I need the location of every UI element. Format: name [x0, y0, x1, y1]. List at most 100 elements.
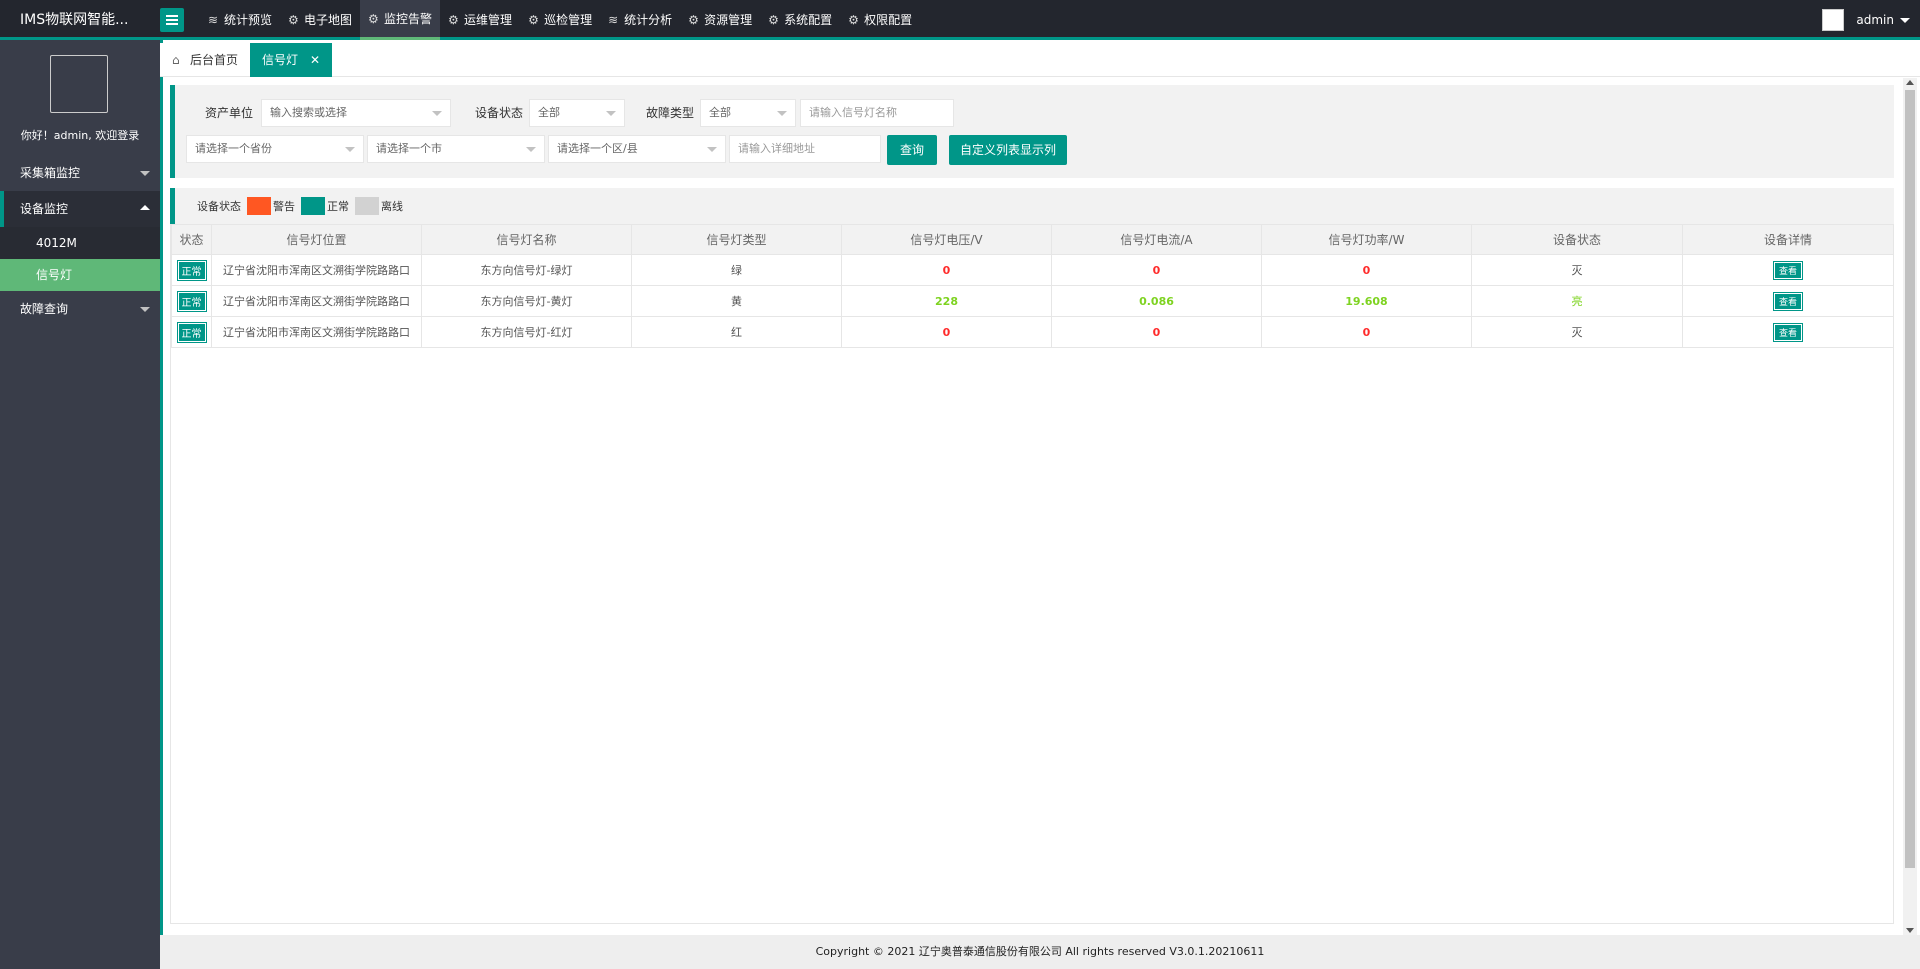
nav-label: 统计分析	[624, 13, 673, 27]
status-badge: 正常	[176, 259, 207, 281]
column-header[interactable]: 信号灯功率/W	[1261, 224, 1472, 255]
nav-item-system-config[interactable]: ⚙ 系统配置	[760, 0, 840, 40]
sidebar-item-label: 故障查询	[20, 302, 69, 316]
column-header[interactable]: 信号灯类型	[631, 224, 842, 255]
layers-icon: ≋	[608, 13, 619, 27]
voltage-cell: 0	[841, 254, 1052, 286]
legend-swatch-warning	[247, 197, 271, 215]
asset-unit-select[interactable]: 输入搜索或选择	[261, 99, 451, 127]
device-state-cell: 灭	[1471, 316, 1683, 348]
city-select[interactable]: 请选择一个市	[367, 135, 545, 163]
nav-item-permissions[interactable]: ⚙ 权限配置	[840, 0, 920, 40]
nav-label: 系统配置	[784, 13, 833, 27]
tab-label: 后台首页	[190, 53, 239, 67]
table-row: 正常 辽宁省沈阳市浑南区文溯街学院路路口 东方向信号灯-黄灯 黄 228 0.0…	[171, 285, 1894, 317]
sidebar-accent-stripe	[160, 40, 163, 969]
location-cell: 辽宁省沈阳市浑南区文溯街学院路路口	[211, 254, 422, 286]
gear-icon: ⚙	[768, 13, 779, 27]
chevron-down-icon	[606, 111, 616, 116]
column-header[interactable]: 信号灯电流/A	[1051, 224, 1262, 255]
close-icon[interactable]: ✕	[310, 43, 320, 77]
scroll-up-icon[interactable]	[1906, 80, 1914, 85]
status-badge: 正常	[176, 321, 207, 343]
legend-swatch-offline	[355, 197, 379, 215]
legend-label: 警告	[273, 200, 295, 213]
nav-label: 监控告警	[384, 11, 433, 26]
scroll-down-icon[interactable]	[1906, 928, 1914, 933]
column-header[interactable]: 状态	[171, 224, 212, 255]
device-status-select[interactable]: 全部	[529, 99, 625, 127]
app-title: IMS物联网智能...	[20, 12, 129, 28]
gear-icon: ⚙	[528, 13, 539, 27]
nav-label: 统计预览	[224, 13, 273, 27]
fault-type-select[interactable]: 全部	[700, 99, 796, 127]
location-cell: 辽宁省沈阳市浑南区文溯街学院路路口	[211, 285, 422, 317]
user-menu[interactable]: admin	[1822, 0, 1910, 40]
power-cell: 0	[1261, 316, 1472, 348]
side-menu: 采集箱监控 设备监控 4012M 信号灯 故障查询	[0, 155, 160, 327]
column-header[interactable]: 信号灯位置	[211, 224, 422, 255]
sidebar-item-collector-monitor[interactable]: 采集箱监控	[0, 155, 160, 191]
sidebar-item-fault-query[interactable]: 故障查询	[0, 291, 160, 327]
nav-item-ops[interactable]: ⚙ 运维管理	[440, 0, 520, 40]
view-detail-button[interactable]: 查看	[1772, 260, 1804, 280]
chevron-down-icon	[777, 111, 787, 116]
type-cell: 绿	[631, 254, 842, 286]
tab-bar: ⌂ 后台首页 信号灯 ✕	[160, 43, 1920, 77]
status-cell: 正常	[171, 316, 212, 348]
nav-item-stats-preview[interactable]: ≋ 统计预览	[200, 0, 280, 40]
vertical-scrollbar[interactable]	[1903, 78, 1917, 935]
detail-cell: 查看	[1682, 254, 1894, 286]
view-detail-button[interactable]: 查看	[1772, 322, 1804, 342]
table-header-row: 状态 信号灯位置 信号灯名称 信号灯类型 信号灯电压/V 信号灯电流/A 信号灯…	[171, 224, 1894, 255]
caret-down-icon	[1900, 17, 1910, 23]
tab-home[interactable]: ⌂ 后台首页	[160, 43, 250, 77]
column-header[interactable]: 设备状态	[1471, 224, 1683, 255]
nav-label: 资源管理	[704, 13, 753, 27]
custom-columns-button[interactable]: 自定义列表显示列	[949, 135, 1067, 165]
chevron-down-icon	[432, 111, 442, 116]
sidebar-subitem-4012m[interactable]: 4012M	[0, 227, 160, 259]
tab-label: 信号灯	[262, 53, 299, 67]
column-header[interactable]: 信号灯名称	[421, 224, 632, 255]
select-placeholder: 输入搜索或选择	[270, 106, 347, 119]
hamburger-icon-line	[166, 19, 178, 21]
chevron-down-icon	[140, 171, 150, 176]
nav-label: 电子地图	[304, 13, 353, 27]
device-state-cell: 灭	[1471, 254, 1683, 286]
gear-icon: ⚙	[688, 13, 699, 27]
status-cell: 正常	[171, 285, 212, 317]
query-button[interactable]: 查询	[887, 135, 937, 165]
signal-name-input[interactable]: 请输入信号灯名称	[800, 99, 954, 127]
column-header[interactable]: 信号灯电压/V	[841, 224, 1052, 255]
view-detail-button[interactable]: 查看	[1772, 291, 1804, 311]
chevron-down-icon	[526, 147, 536, 152]
location-cell: 辽宁省沈阳市浑南区文溯街学院路路口	[211, 316, 422, 348]
district-select[interactable]: 请选择一个区/县	[548, 135, 726, 163]
chevron-down-icon	[140, 307, 150, 312]
detail-cell: 查看	[1682, 285, 1894, 317]
device-status-label: 设备状态	[475, 106, 524, 120]
name-cell: 东方向信号灯-绿灯	[421, 254, 632, 286]
nav-item-analysis[interactable]: ≋ 统计分析	[600, 0, 680, 40]
status-legend: 设备状态 警告 正常 离线	[170, 188, 1894, 224]
nav-item-resources[interactable]: ⚙ 资源管理	[680, 0, 760, 40]
legend-label: 正常	[327, 200, 349, 213]
asset-unit-label: 资产单位	[205, 106, 254, 120]
scrollbar-thumb[interactable]	[1905, 90, 1915, 868]
nav-item-map[interactable]: ⚙ 电子地图	[280, 0, 360, 40]
tab-signal-light[interactable]: 信号灯 ✕	[250, 43, 333, 77]
welcome-text: 你好！admin, 欢迎登录	[20, 129, 140, 142]
sidebar-item-device-monitor[interactable]: 设备监控	[0, 191, 160, 227]
column-header[interactable]: 设备详情	[1682, 224, 1894, 255]
select-value: 全部	[709, 106, 731, 119]
sidebar-subitem-signal-light[interactable]: 信号灯	[0, 259, 160, 291]
select-placeholder: 请选择一个区/县	[557, 142, 638, 155]
province-select[interactable]: 请选择一个省份	[186, 135, 364, 163]
select-placeholder: 请选择一个省份	[195, 142, 272, 155]
nav-item-inspection[interactable]: ⚙ 巡检管理	[520, 0, 600, 40]
nav-item-monitor-alarm[interactable]: ⚙ 监控告警	[360, 0, 441, 40]
menu-toggle-button[interactable]	[160, 8, 184, 32]
address-input[interactable]: 请输入详细地址	[729, 135, 881, 163]
power-cell: 0	[1261, 254, 1472, 286]
